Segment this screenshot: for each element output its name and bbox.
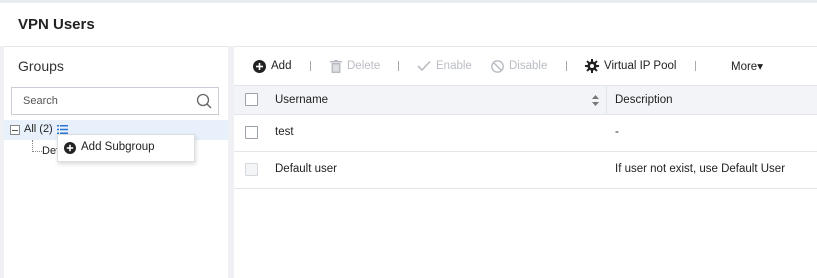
delete-button[interactable]: Delete [330, 58, 380, 74]
table-row[interactable]: Default user If user not exist, use Defa… [234, 152, 817, 189]
page-header: VPN Users [0, 0, 817, 46]
select-all-checkbox[interactable] [245, 93, 258, 106]
column-header-username[interactable]: Username [275, 94, 328, 106]
more-dropdown-label: More▾ [731, 61, 763, 73]
virtual-ip-pool-label: Virtual IP Pool [604, 60, 677, 72]
prohibited-icon [491, 59, 504, 73]
groups-panel: Groups All (2) Default user [4, 46, 228, 278]
toolbar-separator [566, 61, 567, 71]
row-checkbox[interactable] [245, 126, 258, 139]
add-button[interactable]: Add [253, 58, 291, 74]
trash-icon [330, 59, 342, 73]
column-divider [606, 86, 607, 114]
page-title: VPN Users [18, 16, 95, 33]
table-header: Username Description [234, 85, 817, 115]
groups-title: Groups [18, 58, 64, 74]
cell-description: - [615, 126, 619, 138]
disable-button[interactable]: Disable [491, 58, 547, 74]
toolbar-separator [310, 61, 311, 71]
tree-connector-line [32, 140, 42, 152]
toolbar-separator [695, 61, 696, 71]
add-subgroup-menu-item[interactable]: Add Subgroup [81, 141, 155, 153]
row-checkbox [245, 163, 258, 176]
cell-username: Default user [275, 163, 338, 175]
disable-button-label: Disable [509, 60, 548, 72]
tree-node-all-label[interactable]: All (2) [24, 123, 53, 135]
enable-button[interactable]: Enable [417, 58, 472, 74]
enable-button-label: Enable [436, 60, 472, 72]
sort-icon[interactable] [592, 95, 599, 106]
delete-button-label: Delete [347, 60, 381, 72]
plus-circle-icon [64, 142, 76, 154]
cell-description: If user not exist, use Default User [615, 163, 786, 175]
add-button-label: Add [271, 60, 292, 72]
virtual-ip-pool-button[interactable]: Virtual IP Pool [585, 58, 676, 74]
search-icon[interactable] [196, 93, 212, 109]
group-search-input[interactable] [12, 88, 182, 114]
cell-username: test [275, 126, 294, 138]
column-header-description: Description [615, 94, 673, 106]
more-dropdown[interactable]: More▾ [731, 58, 763, 74]
toolbar-separator [398, 61, 399, 71]
toolbar: Add Delete Enable Disable Virtual IP Poo… [234, 47, 817, 85]
group-search-box [11, 87, 219, 115]
table-row[interactable]: test - [234, 115, 817, 152]
tree-collapse-toggle[interactable] [10, 125, 20, 135]
context-menu: Add Subgroup [57, 134, 195, 162]
users-panel: Add Delete Enable Disable Virtual IP Poo… [234, 46, 817, 278]
gear-icon [585, 59, 599, 73]
checkmark-icon [417, 60, 431, 72]
plus-circle-icon [253, 59, 266, 73]
